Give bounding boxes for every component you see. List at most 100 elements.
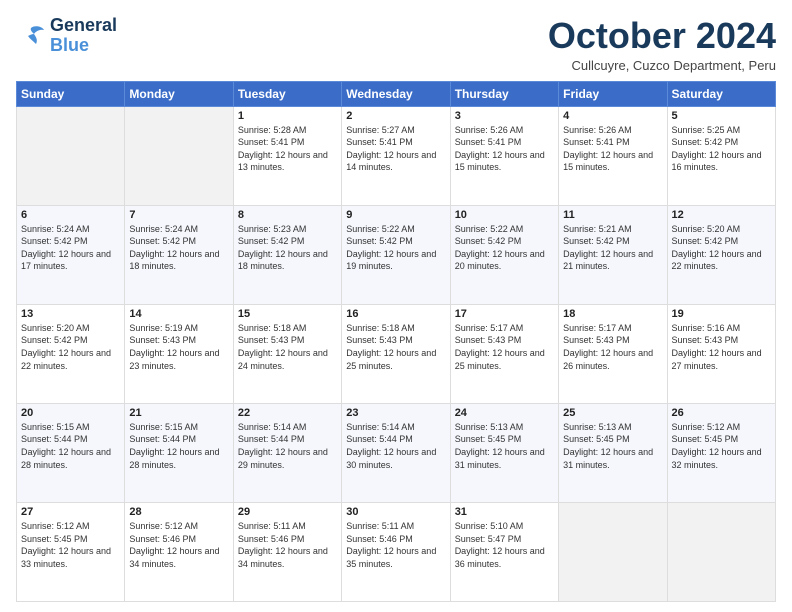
calendar-day-header: Thursday [450, 81, 558, 106]
calendar-day-cell: 16 Sunrise: 5:18 AM Sunset: 5:43 PM Dayli… [342, 304, 450, 403]
day-number: 21 [129, 407, 228, 419]
day-number: 23 [346, 407, 445, 419]
day-number: 31 [455, 506, 554, 518]
calendar-day-header: Friday [559, 81, 667, 106]
day-number: 19 [672, 308, 771, 320]
day-number: 1 [238, 110, 337, 122]
calendar-day-cell: 29 Sunrise: 5:11 AM Sunset: 5:46 PM Dayli… [233, 502, 341, 601]
day-number: 17 [455, 308, 554, 320]
calendar-day-cell: 30 Sunrise: 5:11 AM Sunset: 5:46 PM Dayli… [342, 502, 450, 601]
calendar-day-cell: 15Sunrise: 5:18 AM Sunset: 5:43 PM Dayli… [233, 304, 341, 403]
header: General Blue October 2024 Cullcuyre, Cuz… [16, 16, 776, 73]
day-info: Sunrise: 5:26 AM Sunset: 5:41 PM Dayligh… [455, 124, 554, 174]
day-number: 25 [563, 407, 662, 419]
calendar-day-cell: 23 Sunrise: 5:14 AM Sunset: 5:44 PM Dayli… [342, 403, 450, 502]
day-info: Sunrise: 5:12 AM Sunset: 5:45 PM Dayligh… [21, 520, 120, 570]
day-info: Sunrise: 5:26 AM Sunset: 5:41 PM Dayligh… [563, 124, 662, 174]
calendar-week-row: 13 Sunrise: 5:20 AM Sunset: 5:42 PM Dayli… [17, 304, 776, 403]
calendar-day-cell: 20 Sunrise: 5:15 AM Sunset: 5:44 PM Dayli… [17, 403, 125, 502]
calendar-day-cell: 7 Sunrise: 5:24 AM Sunset: 5:42 PM Daylig… [125, 205, 233, 304]
day-number: 27 [21, 506, 120, 518]
calendar-day-cell [17, 106, 125, 205]
day-number: 14 [129, 308, 228, 320]
day-number: 6 [21, 209, 120, 221]
day-number: 7 [129, 209, 228, 221]
day-info: Sunrise: 5:12 AM Sunset: 5:45 PM Dayligh… [672, 421, 771, 471]
day-number: 20 [21, 407, 120, 419]
day-info: Sunrise: 5:16 AM Sunset: 5:43 PM Dayligh… [672, 322, 771, 372]
logo-text: General Blue [50, 16, 117, 56]
calendar-week-row: 6 Sunrise: 5:24 AM Sunset: 5:42 PM Daylig… [17, 205, 776, 304]
day-number: 16 [346, 308, 445, 320]
day-info: Sunrise: 5:18 AM Sunset: 5:43 PM Dayligh… [346, 322, 445, 372]
calendar-day-cell: 27 Sunrise: 5:12 AM Sunset: 5:45 PM Dayli… [17, 502, 125, 601]
calendar-day-cell: 12 Sunrise: 5:20 AM Sunset: 5:42 PM Dayli… [667, 205, 775, 304]
page: General Blue October 2024 Cullcuyre, Cuz… [0, 0, 792, 612]
day-info: Sunrise: 5:12 AM Sunset: 5:46 PM Dayligh… [129, 520, 228, 570]
day-info: Sunrise: 5:13 AM Sunset: 5:45 PM Dayligh… [563, 421, 662, 471]
logo: General Blue [16, 16, 117, 56]
day-info: Sunrise: 5:20 AM Sunset: 5:42 PM Dayligh… [21, 322, 120, 372]
calendar-day-cell: 19 Sunrise: 5:16 AM Sunset: 5:43 PM Dayli… [667, 304, 775, 403]
calendar-day-cell: 21 Sunrise: 5:15 AM Sunset: 5:44 PM Dayli… [125, 403, 233, 502]
calendar-day-cell: 25 Sunrise: 5:13 AM Sunset: 5:45 PM Dayli… [559, 403, 667, 502]
day-number: 29 [238, 506, 337, 518]
calendar-day-cell: 28 Sunrise: 5:12 AM Sunset: 5:46 PM Dayli… [125, 502, 233, 601]
calendar-table: SundayMondayTuesdayWednesdayThursdayFrid… [16, 81, 776, 602]
day-number: 26 [672, 407, 771, 419]
day-info: Sunrise: 5:27 AM Sunset: 5:41 PM Dayligh… [346, 124, 445, 174]
day-number: 12 [672, 209, 771, 221]
day-info: Sunrise: 5:24 AM Sunset: 5:42 PM Dayligh… [21, 223, 120, 273]
day-number: 5 [672, 110, 771, 122]
calendar-day-cell: 11Sunrise: 5:21 AM Sunset: 5:42 PM Dayli… [559, 205, 667, 304]
day-number: 3 [455, 110, 554, 122]
day-info: Sunrise: 5:19 AM Sunset: 5:43 PM Dayligh… [129, 322, 228, 372]
day-info: Sunrise: 5:24 AM Sunset: 5:42 PM Dayligh… [129, 223, 228, 273]
day-info: Sunrise: 5:15 AM Sunset: 5:44 PM Dayligh… [129, 421, 228, 471]
day-number: 30 [346, 506, 445, 518]
calendar-day-cell: 24Sunrise: 5:13 AM Sunset: 5:45 PM Dayli… [450, 403, 558, 502]
day-info: Sunrise: 5:22 AM Sunset: 5:42 PM Dayligh… [346, 223, 445, 273]
calendar-day-cell: 9 Sunrise: 5:22 AM Sunset: 5:42 PM Daylig… [342, 205, 450, 304]
calendar-day-cell: 5 Sunrise: 5:25 AM Sunset: 5:42 PM Daylig… [667, 106, 775, 205]
calendar-day-cell: 10 Sunrise: 5:22 AM Sunset: 5:42 PM Dayli… [450, 205, 558, 304]
day-number: 9 [346, 209, 445, 221]
location: Cullcuyre, Cuzco Department, Peru [548, 58, 776, 73]
day-info: Sunrise: 5:20 AM Sunset: 5:42 PM Dayligh… [672, 223, 771, 273]
day-info: Sunrise: 5:11 AM Sunset: 5:46 PM Dayligh… [238, 520, 337, 570]
calendar-day-cell: 22Sunrise: 5:14 AM Sunset: 5:44 PM Dayli… [233, 403, 341, 502]
day-number: 18 [563, 308, 662, 320]
day-info: Sunrise: 5:11 AM Sunset: 5:46 PM Dayligh… [346, 520, 445, 570]
calendar-day-cell: 6 Sunrise: 5:24 AM Sunset: 5:42 PM Daylig… [17, 205, 125, 304]
calendar-day-cell [125, 106, 233, 205]
day-info: Sunrise: 5:14 AM Sunset: 5:44 PM Dayligh… [346, 421, 445, 471]
calendar-day-cell [559, 502, 667, 601]
day-number: 10 [455, 209, 554, 221]
day-info: Sunrise: 5:22 AM Sunset: 5:42 PM Dayligh… [455, 223, 554, 273]
calendar-day-cell: 13 Sunrise: 5:20 AM Sunset: 5:42 PM Dayli… [17, 304, 125, 403]
calendar-week-row: 1 Sunrise: 5:28 AM Sunset: 5:41 PM Daylig… [17, 106, 776, 205]
day-number: 22 [238, 407, 337, 419]
calendar-day-cell: 18Sunrise: 5:17 AM Sunset: 5:43 PM Dayli… [559, 304, 667, 403]
calendar-day-cell: 8Sunrise: 5:23 AM Sunset: 5:42 PM Daylig… [233, 205, 341, 304]
calendar-day-header: Sunday [17, 81, 125, 106]
calendar-day-cell: 31Sunrise: 5:10 AM Sunset: 5:47 PM Dayli… [450, 502, 558, 601]
calendar-day-cell [667, 502, 775, 601]
day-number: 13 [21, 308, 120, 320]
calendar-day-cell: 2Sunrise: 5:27 AM Sunset: 5:41 PM Daylig… [342, 106, 450, 205]
calendar-day-header: Saturday [667, 81, 775, 106]
calendar-header-row: SundayMondayTuesdayWednesdayThursdayFrid… [17, 81, 776, 106]
month-title: October 2024 [548, 16, 776, 56]
day-info: Sunrise: 5:15 AM Sunset: 5:44 PM Dayligh… [21, 421, 120, 471]
day-info: Sunrise: 5:28 AM Sunset: 5:41 PM Dayligh… [238, 124, 337, 174]
logo-bird-icon [16, 24, 46, 48]
day-info: Sunrise: 5:18 AM Sunset: 5:43 PM Dayligh… [238, 322, 337, 372]
calendar-week-row: 20 Sunrise: 5:15 AM Sunset: 5:44 PM Dayli… [17, 403, 776, 502]
day-info: Sunrise: 5:25 AM Sunset: 5:42 PM Dayligh… [672, 124, 771, 174]
day-number: 11 [563, 209, 662, 221]
calendar-day-cell: 17Sunrise: 5:17 AM Sunset: 5:43 PM Dayli… [450, 304, 558, 403]
day-number: 4 [563, 110, 662, 122]
day-number: 28 [129, 506, 228, 518]
calendar-day-cell: 26 Sunrise: 5:12 AM Sunset: 5:45 PM Dayli… [667, 403, 775, 502]
day-info: Sunrise: 5:13 AM Sunset: 5:45 PM Dayligh… [455, 421, 554, 471]
